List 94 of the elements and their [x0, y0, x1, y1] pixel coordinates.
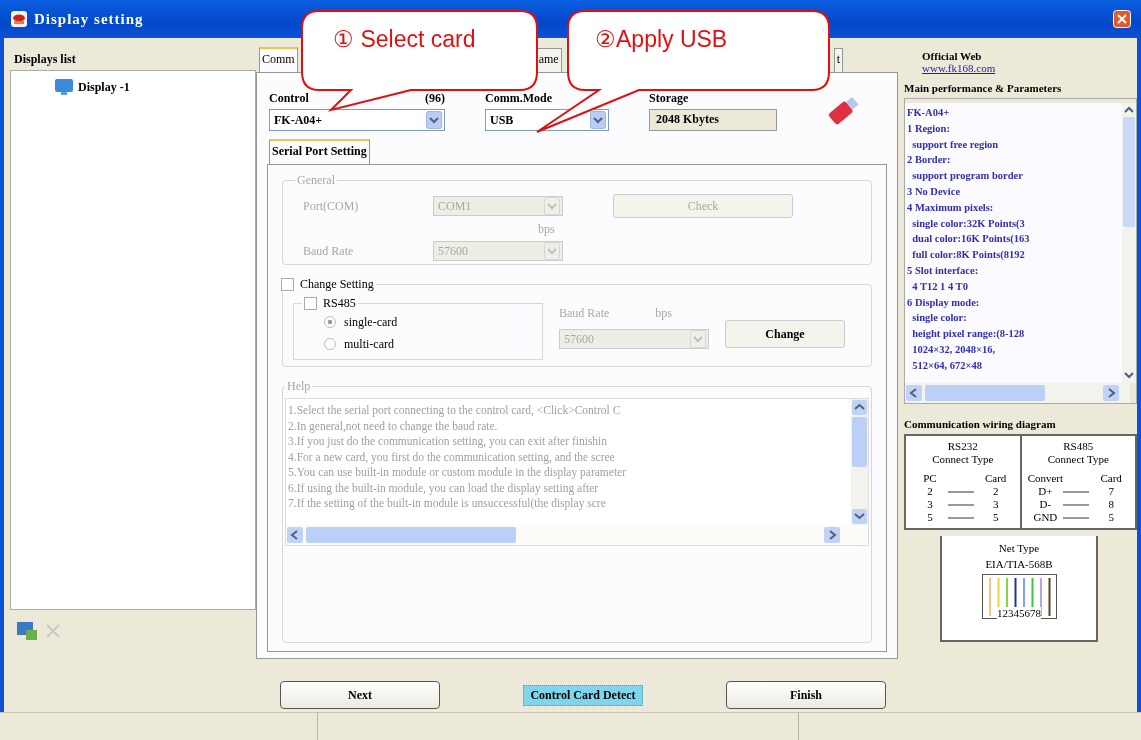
tab[interactable]: Comm	[259, 47, 298, 72]
list-header: Displays list	[13, 50, 77, 68]
pin-label: 3	[926, 498, 934, 511]
wire-line	[1063, 514, 1090, 521]
storage-field: 2048 Kbytes	[649, 109, 777, 131]
pin-label: 3	[991, 498, 1000, 511]
parameter-line: support program border	[911, 169, 1024, 184]
add-display-icon[interactable]	[16, 620, 38, 642]
parameter-line: height pixel range:(8-128	[911, 327, 1026, 342]
dialog-button[interactable]: Finish	[726, 681, 886, 709]
wire-line	[1063, 501, 1090, 508]
connect-title: RS485	[1062, 440, 1095, 453]
field-label: Baud Rate	[559, 306, 610, 321]
pin-label: 5	[991, 511, 1000, 524]
help-text-line: 2.In general,not need to change the baud rate.	[288, 418, 499, 434]
wire-line	[947, 501, 974, 508]
help-text-line: 7.If the setting of the built-in module is unsuccessful(the display scre	[288, 496, 607, 512]
website-link[interactable]: www.fk168.com	[922, 62, 996, 74]
field-label: Baud Rate	[303, 243, 355, 259]
help-text-line: 6.If using the built-in module, you can load the display setting after	[288, 480, 600, 496]
card-count: (96)	[425, 91, 445, 106]
app-icon	[10, 10, 28, 28]
field-label: Control	[269, 91, 309, 106]
wire-line	[947, 488, 974, 495]
pin-label: GND	[1032, 511, 1059, 524]
pin-label: D-	[1038, 498, 1053, 511]
unit-label: bps	[538, 222, 555, 236]
parameter-line: single color:	[911, 311, 968, 326]
parameter-line: single color:32K Points(3	[911, 216, 1026, 231]
parameter-line: 512×64, 672×48	[911, 358, 983, 373]
group-title: General	[297, 173, 335, 187]
pin-label: 2	[926, 485, 934, 498]
field-label: Port(COM)	[303, 198, 360, 214]
checkbox-label: RS485	[323, 296, 356, 311]
unit-label: bps	[655, 306, 672, 321]
pin-label: 5	[1107, 511, 1115, 524]
parameter-line: 1024×32, 2048×16,	[911, 342, 997, 357]
connect-title: Connect Type	[1046, 453, 1110, 466]
callout-text: ① Select card	[333, 26, 476, 53]
help-text-line: 5.You can use built-in module or custom module in the display parameter	[288, 465, 628, 481]
dialog-button[interactable]: Next	[280, 681, 440, 709]
parameter-line: 3 No Device	[907, 185, 962, 199]
section-title: Communication wiring diagram	[904, 418, 1057, 430]
column-header: Card	[1099, 472, 1123, 485]
parameter-line: FK-A04+	[907, 106, 951, 120]
pin-label: 7	[1107, 485, 1115, 498]
pin-label: 5	[926, 511, 934, 524]
display-item[interactable]: Display -1	[51, 77, 133, 97]
parameter-line: 4 Maximum pixels:	[907, 200, 995, 215]
card-dropdown[interactable]: FK-A04+	[269, 109, 445, 131]
label: Official Web	[922, 50, 983, 62]
help-text-line: 4.For a new card, you first do the communication setting, and the scree	[288, 449, 616, 465]
field-label: Comm.Mode	[485, 91, 552, 106]
connect-title: RS232	[946, 440, 979, 453]
tab[interactable]: Serial Port Setting	[269, 139, 370, 164]
radio-label: single-card	[344, 314, 398, 330]
checkbox[interactable]	[304, 297, 317, 310]
close-icon[interactable]	[1113, 10, 1131, 28]
monitor-icon	[54, 78, 74, 96]
parameter-line: 4 T12 1 4 T0	[911, 279, 969, 294]
pin-numbers: 12345678	[997, 607, 1041, 619]
wire-line	[1063, 488, 1090, 495]
help-text-line: 1.Select the serial port connecting to the control card, <Click>Control C	[288, 403, 622, 419]
column-header: Convert	[1027, 472, 1064, 485]
checkbox-label: Change Setting	[300, 277, 374, 292]
parameter-line: support free region	[911, 137, 1000, 152]
column-header: Card	[983, 472, 1008, 485]
dialog-button[interactable]: Control Card Detect	[523, 684, 643, 706]
help-text-line: 3.If you just do the communication setting, you can exit after finishin	[288, 434, 609, 450]
window-title: Display setting	[34, 10, 144, 28]
field-label: Storage	[649, 91, 689, 106]
parameter-line: dual color:16K Points(163	[911, 232, 1031, 247]
radio-button[interactable]	[324, 316, 336, 328]
section-title: Main performance & Parameters	[904, 82, 1063, 94]
callout-text: ②Apply USB	[595, 26, 728, 53]
pin-label: 2	[991, 485, 1000, 498]
net-title: Net Type	[998, 542, 1040, 554]
parameter-line: 6 Display mode:	[907, 295, 981, 310]
parameter-line: 2 Border:	[907, 153, 952, 168]
net-standard: EIA/TIA-568B	[985, 558, 1053, 570]
checkbox[interactable]	[281, 278, 294, 291]
radio-label: multi-card	[344, 336, 394, 352]
pin-label: 8	[1107, 498, 1115, 511]
pin-label: D+	[1037, 485, 1054, 498]
connect-title: Connect Type	[931, 453, 995, 466]
column-header: PC	[922, 472, 938, 485]
wire-line	[947, 514, 974, 521]
parameter-line: 5 Slot interface:	[907, 263, 980, 278]
change-button[interactable]: Change	[725, 320, 845, 348]
parameter-line: 1 Region:	[907, 121, 951, 136]
radio-button[interactable]	[324, 338, 336, 350]
parameter-line: full color:8K Points(8192	[911, 248, 1026, 263]
group-title: Help	[287, 379, 311, 393]
tab[interactable]: t	[833, 48, 843, 72]
